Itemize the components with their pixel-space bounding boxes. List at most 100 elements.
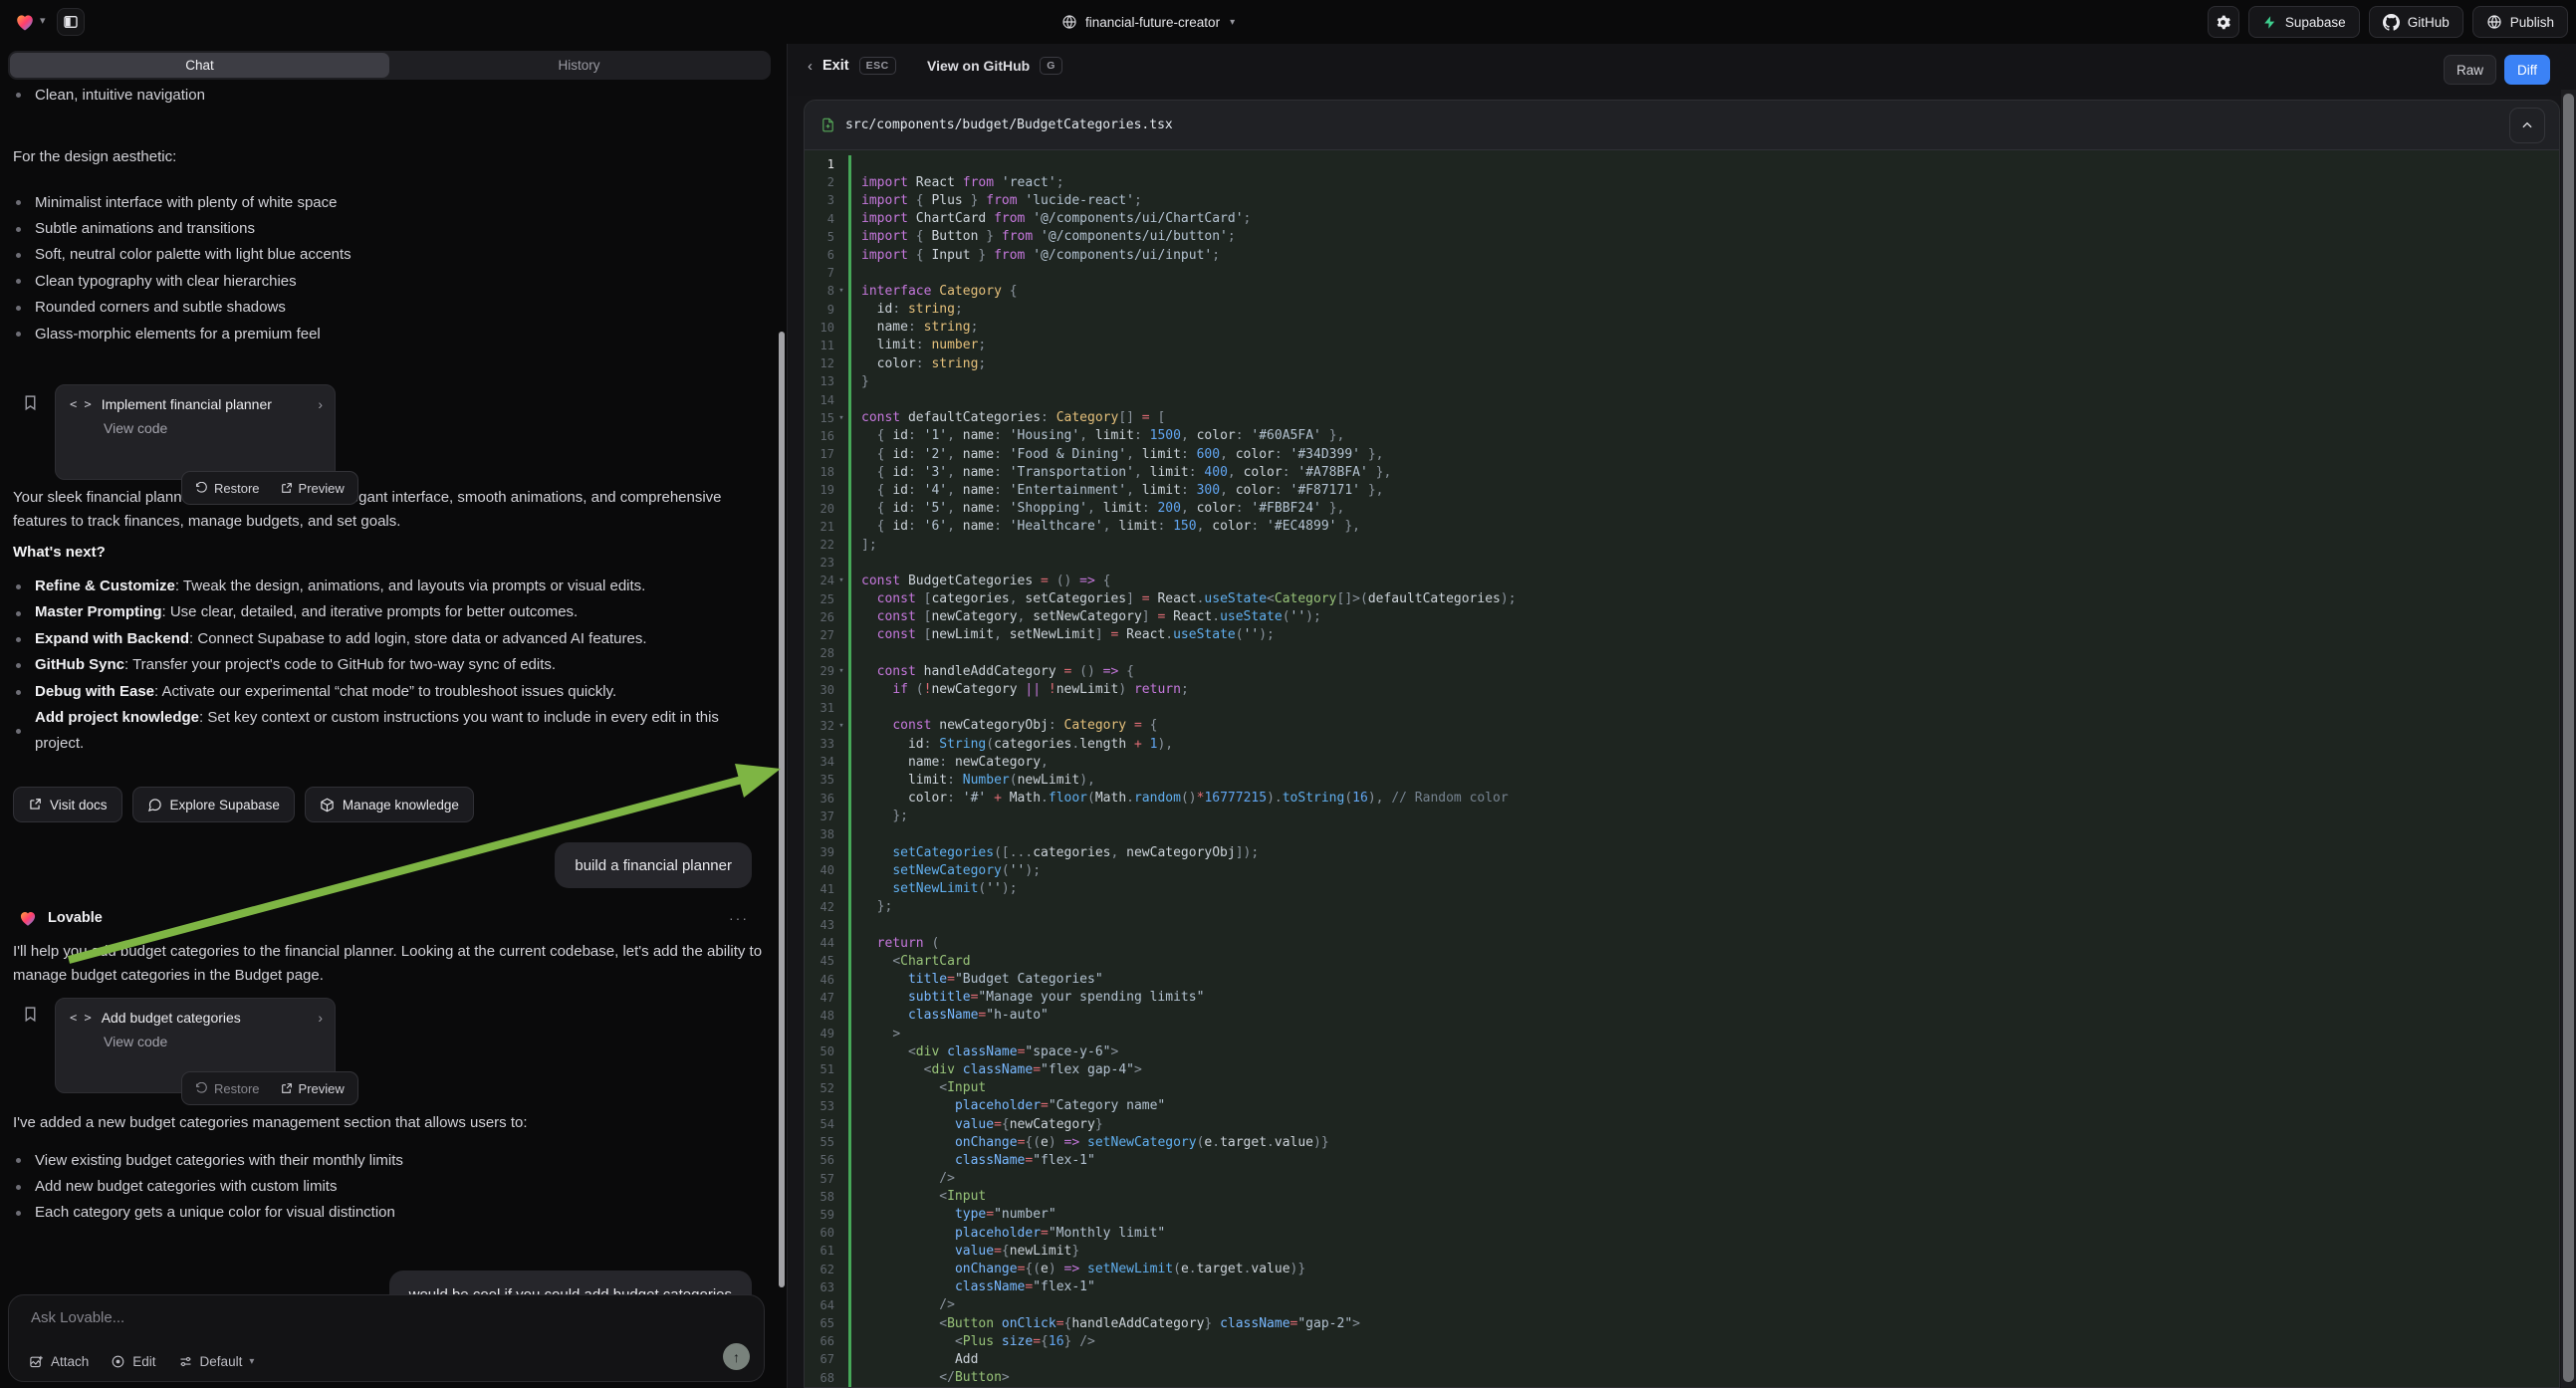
code-line: 23: [805, 554, 2559, 572]
line-number: 44: [805, 936, 834, 950]
fold-chevron-icon[interactable]: ▾: [834, 666, 848, 676]
diff-added-bar: [848, 898, 851, 916]
bookmark-icon[interactable]: [22, 394, 39, 411]
collapse-file-button[interactable]: [2509, 108, 2545, 143]
send-button[interactable]: ↑: [723, 1343, 750, 1370]
lovable-logo-icon[interactable]: [14, 11, 36, 33]
list-item: Glass-morphic elements for a premium fee…: [0, 321, 757, 347]
fold-chevron-icon[interactable]: ▾: [834, 286, 848, 296]
line-number: 20: [805, 502, 834, 516]
diff-added-bar: [848, 282, 851, 300]
code-line: 62 onChange={(e) => setNewLimit(e.target…: [805, 1260, 2559, 1277]
code-line: 57 />: [805, 1170, 2559, 1188]
diff-added-bar: [848, 427, 851, 445]
exit-button[interactable]: Exit: [822, 58, 849, 74]
restore-button[interactable]: Restore: [186, 477, 269, 500]
code-viewer-panel: ‹ Exit ESC View on GitHub G Raw Diff src…: [787, 44, 2576, 1388]
diff-added-bar: [848, 808, 851, 825]
code-line: 68 </Button>: [805, 1369, 2559, 1387]
line-number: 36: [805, 792, 834, 806]
manage-knowledge-button[interactable]: Manage knowledge: [305, 787, 474, 822]
edit-button[interactable]: Edit: [111, 1354, 155, 1369]
chat-input[interactable]: [31, 1309, 628, 1326]
diff-added-bar: [848, 390, 851, 408]
diff-added-bar: [848, 662, 851, 680]
bookmark-icon[interactable]: [22, 1006, 39, 1023]
diff-added-bar: [848, 825, 851, 843]
chevron-down-icon: ▾: [1230, 17, 1235, 28]
tab-chat[interactable]: Chat: [10, 53, 389, 78]
code-line: 21 { id: '6', name: 'Healthcare', limit:…: [805, 518, 2559, 536]
restore-icon: [195, 1082, 208, 1095]
code-line: 64 />: [805, 1296, 2559, 1314]
mode-selector[interactable]: Default ▾: [178, 1354, 255, 1369]
supabase-button[interactable]: Supabase: [2248, 6, 2360, 38]
fold-chevron-icon[interactable]: ▾: [834, 576, 848, 585]
view-on-github-button[interactable]: View on GitHub: [927, 58, 1030, 74]
scrollbar-thumb[interactable]: [2563, 94, 2574, 1382]
code-panel-scrollbar[interactable]: [2561, 90, 2576, 1388]
line-number: 40: [805, 863, 834, 877]
view-code-link[interactable]: View code: [56, 416, 335, 448]
version-card-title: Add budget categories: [102, 1010, 241, 1026]
explore-supabase-button[interactable]: Explore Supabase: [132, 787, 295, 822]
fold-chevron-icon[interactable]: ▾: [834, 413, 848, 423]
preview-button[interactable]: Preview: [271, 1077, 353, 1100]
diff-toggle-button[interactable]: Diff: [2504, 55, 2550, 85]
diff-added-bar: [848, 1206, 851, 1224]
code-line: 31: [805, 699, 2559, 717]
chat-scrollbar-thumb[interactable]: [779, 332, 785, 1287]
quick-actions-row: Visit docs Explore Supabase Manage knowled…: [13, 787, 474, 822]
line-number: 12: [805, 356, 834, 370]
line-number: 4: [805, 212, 834, 226]
code-line: 38: [805, 825, 2559, 843]
line-number: 26: [805, 610, 834, 624]
code-line: 41 setNewLimit('');: [805, 880, 2559, 898]
github-icon: [2383, 14, 2400, 31]
line-number: 53: [805, 1099, 834, 1113]
line-number: 48: [805, 1009, 834, 1023]
line-number: 41: [805, 882, 834, 896]
line-number: 7: [805, 266, 834, 280]
code-line: 56 className="flex-1": [805, 1151, 2559, 1169]
code-line: 59 type="number": [805, 1206, 2559, 1224]
view-code-link[interactable]: View code: [56, 1030, 335, 1061]
assistant-header: Lovable: [18, 908, 103, 928]
line-number: 22: [805, 538, 834, 552]
diff-added-bar: [848, 989, 851, 1007]
line-number: 27: [805, 628, 834, 642]
line-number: 13: [805, 374, 834, 388]
visit-docs-button[interactable]: Visit docs: [13, 787, 122, 822]
line-number: 18: [805, 465, 834, 479]
raw-toggle-button[interactable]: Raw: [2444, 55, 2496, 85]
github-button[interactable]: GitHub: [2369, 6, 2463, 38]
diff-added-bar: [848, 1097, 851, 1115]
diff-added-bar: [848, 372, 851, 390]
message-circle-icon: [147, 798, 162, 812]
design-aesthetic-heading: For the design aesthetic:: [13, 148, 176, 165]
message-menu-button[interactable]: ···: [729, 910, 749, 926]
publish-button[interactable]: Publish: [2472, 6, 2568, 38]
project-switcher[interactable]: financial-future-creator ▾: [1061, 10, 1235, 34]
restore-button[interactable]: Restore: [186, 1077, 269, 1100]
settings-button[interactable]: [2208, 6, 2239, 38]
code-line: 44 return (: [805, 934, 2559, 952]
tab-history[interactable]: History: [389, 53, 769, 78]
diff-added-bar: [848, 934, 851, 952]
diff-added-bar: [848, 1350, 851, 1368]
version-card-implement-financial-planner[interactable]: < > Implement financial planner › View c…: [55, 384, 336, 480]
line-number: 10: [805, 321, 834, 335]
preview-button[interactable]: Preview: [271, 477, 353, 500]
chevron-down-icon[interactable]: ▾: [40, 14, 46, 27]
fold-chevron-icon[interactable]: ▾: [834, 721, 848, 731]
line-number: 58: [805, 1190, 834, 1204]
chevron-down-icon: ▾: [249, 1356, 254, 1367]
sidebar-toggle-button[interactable]: [57, 8, 85, 36]
attach-button[interactable]: Attach: [29, 1354, 89, 1369]
code-line: 49 >: [805, 1025, 2559, 1042]
list-item: Expand with Backend: Connect Supabase to…: [0, 626, 767, 652]
user-message-bubble: build a financial planner: [555, 842, 752, 888]
project-name: financial-future-creator: [1085, 15, 1220, 30]
diff-added-bar: [848, 1369, 851, 1387]
code-line: 30 if (!newCategory || !newLimit) return…: [805, 680, 2559, 698]
